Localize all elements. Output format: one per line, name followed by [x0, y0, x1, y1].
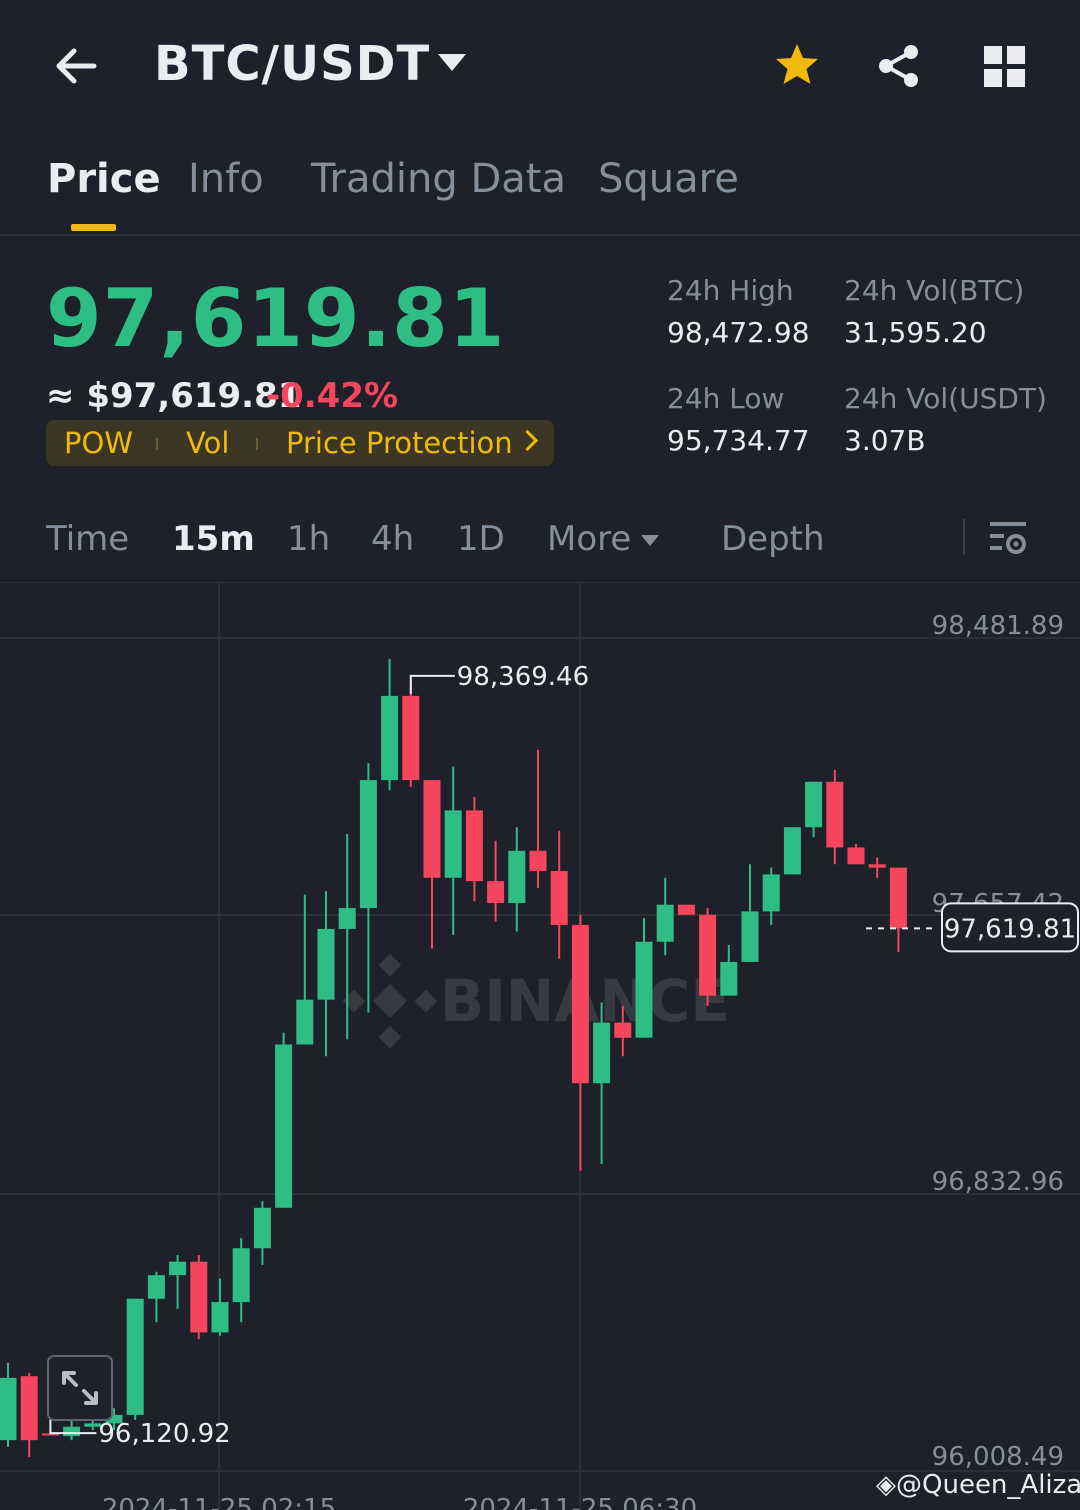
tab-square[interactable]: Square [598, 156, 739, 202]
high-marker-label: 98,369.46 [457, 662, 589, 692]
binance-logo-icon: ◈ [876, 1470, 896, 1500]
interval-4h[interactable]: 4h [371, 519, 414, 559]
x-axis-label: 2024-11-25 06:30 [463, 1494, 697, 1510]
fullscreen-button[interactable] [47, 1355, 113, 1421]
candle-down [529, 850, 547, 872]
candle-down [402, 695, 420, 781]
tag-price-protection[interactable]: Price Protection [286, 426, 513, 460]
binance-logo-watermark: BINANCE [342, 953, 730, 1049]
candle-up [805, 781, 823, 828]
tab-price[interactable]: Price [47, 156, 161, 202]
stat-vol-btc-label: 24h Vol(BTC) [844, 274, 1025, 307]
candlestick-chart[interactable]: BINANCE 98,481.89 97,657.42 96,832.96 96… [0, 583, 1080, 1510]
candle-down [20, 1376, 38, 1441]
candle-up [593, 1022, 611, 1084]
candle-up [253, 1207, 271, 1249]
stat-vol-btc-value: 31,595.20 [844, 316, 987, 349]
credit-text: @Queen_Aliza [896, 1470, 1080, 1500]
current-price-label: 97,619.81 [944, 914, 1076, 944]
candle-up [381, 695, 399, 781]
tag-separator [156, 438, 158, 450]
divider [963, 519, 965, 555]
candle-up [232, 1248, 250, 1303]
candle-up [211, 1302, 229, 1333]
interval-time[interactable]: Time [46, 519, 129, 559]
tag-pow[interactable]: POW [64, 426, 133, 460]
stat-low-value: 95,734.77 [667, 424, 810, 457]
depth-tab[interactable]: Depth [721, 519, 825, 559]
tab-trading-data[interactable]: Trading Data [311, 156, 566, 202]
candle-up [444, 810, 462, 878]
back-arrow-icon[interactable] [50, 40, 102, 92]
y-axis-label: 98,481.89 [932, 611, 1064, 641]
interval-15m[interactable]: 15m [172, 519, 255, 559]
x-axis-label: 2024-11-25 02:15 [102, 1494, 336, 1510]
candle-down [614, 1022, 632, 1038]
candle-up [359, 780, 377, 909]
candle-up [0, 1377, 17, 1441]
candle-up [317, 928, 335, 1000]
interval-more[interactable]: More [547, 519, 631, 559]
candle-up [635, 941, 653, 1038]
tag-vol[interactable]: Vol [186, 426, 229, 460]
stat-high-value: 98,472.98 [667, 316, 810, 349]
top-bar: BTC/USDT [0, 0, 1080, 130]
candle-down [423, 780, 441, 878]
y-axis-label: 96,008.49 [932, 1442, 1064, 1472]
candle-up [720, 961, 738, 996]
watermark-credit: ◈@Queen_Aliza [876, 1470, 1080, 1500]
tag-separator [256, 438, 258, 450]
candle-down [465, 810, 483, 882]
stat-vol-usdt-label: 24h Vol(USDT) [844, 382, 1047, 415]
candle-up [338, 908, 356, 929]
candle-up [275, 1044, 293, 1208]
low-marker-label: 96,120.92 [98, 1419, 230, 1449]
interval-1h[interactable]: 1h [287, 519, 330, 559]
star-icon[interactable] [772, 40, 822, 90]
candle-up [63, 1426, 81, 1437]
chevron-right-icon[interactable] [516, 429, 539, 452]
candle-up [508, 850, 526, 904]
candle-up [762, 874, 780, 912]
candle-up [169, 1261, 187, 1276]
dropdown-caret-icon[interactable] [438, 54, 466, 71]
candle-down [868, 864, 886, 868]
usd-equivalent: ≈ $97,619.81 [46, 376, 302, 416]
tab-bar: Price Info Trading Data Square [0, 150, 1080, 236]
candle-up [147, 1275, 165, 1299]
pair-title[interactable]: BTC/USDT [154, 36, 430, 92]
candle-up [296, 999, 314, 1045]
tag-bar[interactable]: POW Vol Price Protection [46, 420, 554, 466]
chevron-down-icon[interactable] [641, 535, 659, 546]
stat-low-label: 24h Low [667, 382, 785, 415]
tab-info[interactable]: Info [188, 156, 264, 202]
candle-down [699, 914, 717, 996]
candle-down [487, 881, 505, 904]
candle-up [783, 827, 801, 875]
candle-up [656, 904, 674, 942]
stat-high-label: 24h High [667, 274, 794, 307]
active-tab-indicator [71, 224, 116, 231]
candle-down [677, 904, 695, 915]
share-icon[interactable] [875, 42, 923, 90]
chart-settings-icon[interactable] [988, 517, 1028, 557]
candle-down [889, 867, 907, 929]
candle-down [571, 924, 589, 1084]
candle-down [826, 781, 844, 848]
interval-1d[interactable]: 1D [457, 519, 505, 559]
candle-up [741, 911, 759, 962]
candle-down [190, 1261, 208, 1333]
grid-icon[interactable] [984, 46, 1026, 88]
high-marker-line [409, 674, 455, 694]
stat-vol-usdt-value: 3.07B [844, 424, 926, 457]
y-axis-label: 96,832.96 [932, 1167, 1064, 1197]
candle-down [847, 847, 865, 865]
interval-bar: Time 15m 1h 4h 1D More Depth [0, 505, 1080, 575]
candles [0, 658, 907, 1458]
candle-up [126, 1298, 144, 1415]
candle-down [550, 871, 568, 925]
price-change-percent: -0.42% [266, 376, 399, 416]
last-price: 97,619.81 [46, 272, 506, 365]
